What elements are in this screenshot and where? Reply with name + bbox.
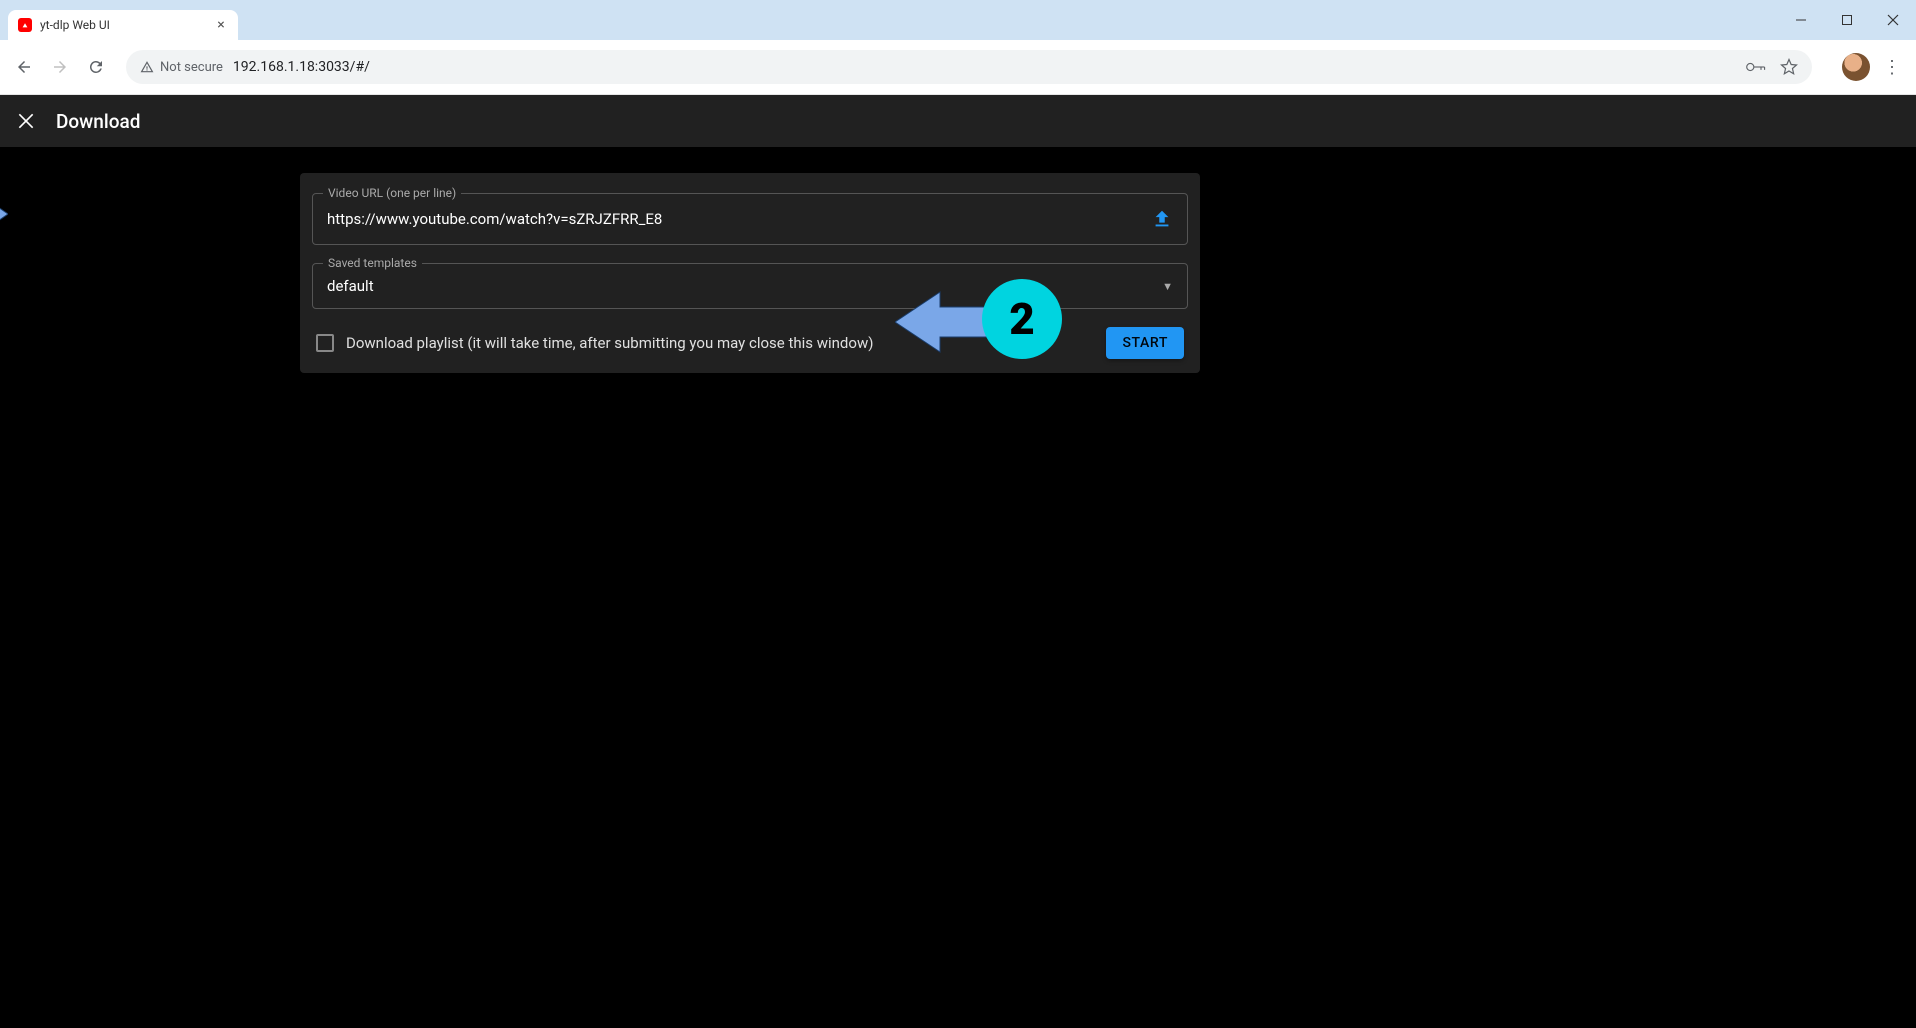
annotation-arrow-2-icon — [895, 287, 995, 357]
tab-favicon-icon — [18, 18, 32, 32]
browser-tab-strip: yt-dlp Web UI × — [0, 8, 1916, 40]
playlist-checkbox[interactable] — [316, 334, 334, 352]
annotation-arrow-1-icon — [0, 179, 8, 249]
playlist-checkbox-label: Download playlist (it will take time, af… — [346, 334, 873, 352]
forward-icon[interactable] — [46, 53, 74, 81]
reload-icon[interactable] — [82, 53, 110, 81]
bookmark-star-icon[interactable] — [1780, 58, 1798, 76]
window-minimize-icon[interactable] — [1778, 4, 1824, 36]
page-title: Download — [56, 110, 140, 133]
not-secure-label: Not secure — [160, 60, 223, 75]
chevron-down-icon: ▼ — [1162, 280, 1173, 293]
address-url: 192.168.1.18:3033/#/ — [233, 59, 370, 75]
video-url-input[interactable] — [327, 210, 1151, 228]
window-close-icon[interactable] — [1870, 4, 1916, 36]
close-dialog-icon[interactable] — [14, 109, 38, 133]
warning-icon — [140, 60, 154, 74]
back-icon[interactable] — [10, 53, 38, 81]
profile-avatar[interactable] — [1842, 53, 1870, 81]
annotation-step-2: 2 — [982, 279, 1062, 359]
tab-title: yt-dlp Web UI — [40, 18, 206, 32]
start-button[interactable]: START — [1106, 327, 1184, 359]
browser-tab[interactable]: yt-dlp Web UI × — [8, 10, 238, 40]
video-url-label: Video URL (one per line) — [323, 186, 461, 200]
kebab-menu-icon[interactable]: ⋮ — [1878, 53, 1906, 81]
upload-icon[interactable] — [1151, 208, 1173, 230]
password-key-icon[interactable] — [1746, 59, 1766, 75]
tab-close-icon[interactable]: × — [214, 18, 228, 32]
template-select-label: Saved templates — [323, 256, 422, 270]
address-bar[interactable]: Not secure 192.168.1.18:3033/#/ — [126, 50, 1812, 84]
not-secure-badge: Not secure — [140, 60, 223, 75]
download-card: Video URL (one per line) Saved templates… — [300, 173, 1200, 373]
video-url-field[interactable]: Video URL (one per line) — [312, 193, 1188, 245]
browser-toolbar: Not secure 192.168.1.18:3033/#/ ⋮ — [0, 40, 1916, 95]
app-header: Download — [0, 95, 1916, 147]
playlist-checkbox-wrap[interactable]: Download playlist (it will take time, af… — [316, 334, 873, 352]
window-maximize-icon[interactable] — [1824, 4, 1870, 36]
